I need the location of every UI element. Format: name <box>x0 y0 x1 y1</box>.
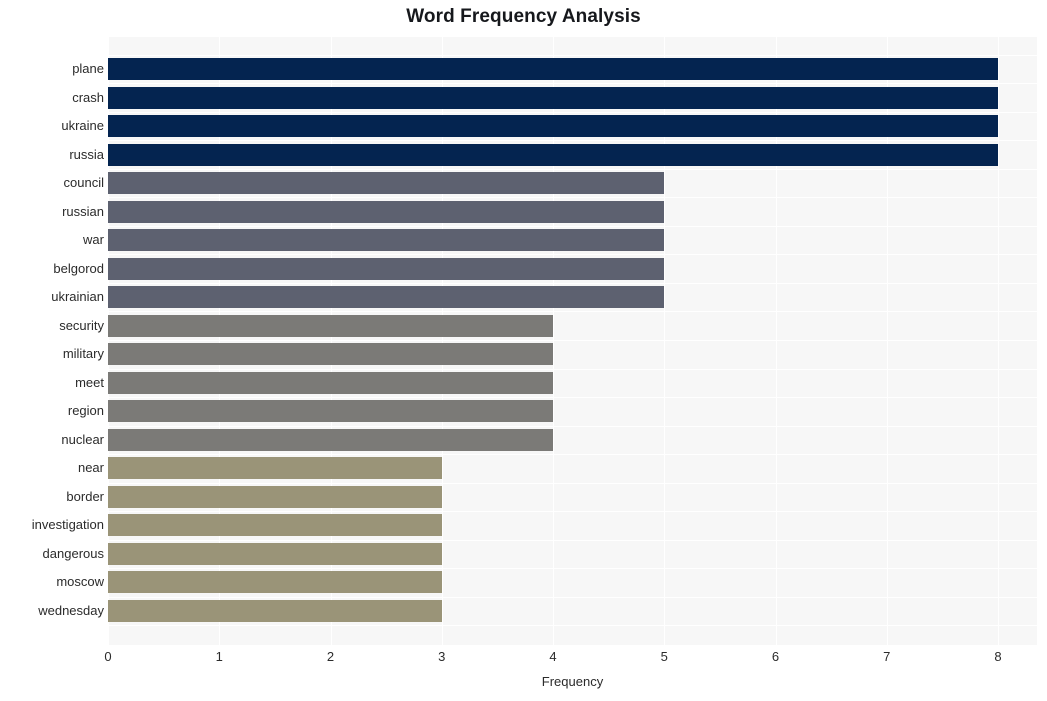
y-tick-label-ukrainian: ukrainian <box>51 289 104 305</box>
y-axis-tick-labels: plane crash ukraine russia council russian war… <box>0 37 104 645</box>
chart-title: Word Frequency Analysis <box>406 6 641 27</box>
bar-near <box>108 457 442 480</box>
y-tick-label-moscow: moscow <box>56 574 104 590</box>
horizontal-gridline <box>108 483 1037 484</box>
x-tick-label-2: 2 <box>326 649 335 664</box>
x-axis-label: Frequency <box>541 674 604 689</box>
y-tick-label-investigation: investigation <box>31 517 104 533</box>
bar-council <box>108 172 665 195</box>
vertical-gridline <box>998 37 1000 645</box>
horizontal-gridline <box>108 511 1037 512</box>
y-tick-label-ukraine: ukraine <box>61 118 104 134</box>
x-tick-label-3: 3 <box>438 649 446 664</box>
horizontal-gridline <box>108 540 1037 541</box>
horizontal-gridline <box>108 140 1037 141</box>
bar-war <box>108 229 665 252</box>
bar-nuclear <box>108 428 554 451</box>
bar-region <box>108 400 554 423</box>
y-tick-label-crash: crash <box>72 89 104 105</box>
horizontal-gridline <box>108 254 1037 255</box>
bar-moscow <box>108 571 442 594</box>
bar-ukrainian <box>108 286 665 309</box>
horizontal-gridline <box>108 369 1037 370</box>
y-tick-label-plane: plane <box>72 61 104 77</box>
y-tick-label-security: security <box>59 317 104 333</box>
y-tick-label-near: near <box>77 460 104 476</box>
x-tick-label-0: 0 <box>104 649 112 664</box>
x-tick-label-4: 4 <box>549 649 557 664</box>
horizontal-gridline <box>108 340 1037 341</box>
bar-crash <box>108 86 999 109</box>
y-tick-label-border: border <box>66 488 104 504</box>
bar-meet <box>108 371 554 394</box>
horizontal-gridline <box>108 426 1037 427</box>
y-tick-label-council: council <box>63 175 104 191</box>
x-axis-tick-labels: 0 1 2 3 4 5 6 7 8 <box>104 649 1037 669</box>
y-tick-label-belgorod: belgorod <box>53 260 104 276</box>
horizontal-gridline <box>108 625 1037 626</box>
y-tick-label-russia: russia <box>69 146 104 162</box>
y-tick-label-military: military <box>62 346 104 362</box>
y-tick-label-dangerous: dangerous <box>42 545 104 561</box>
y-tick-label-region: region <box>67 403 104 419</box>
horizontal-gridline <box>108 226 1037 227</box>
y-tick-label-wednesday: wednesday <box>38 602 104 618</box>
bar-dangerous <box>108 542 442 565</box>
bar-military <box>108 343 554 366</box>
x-tick-label-5: 5 <box>660 649 668 664</box>
bar-russia <box>108 143 999 166</box>
horizontal-gridline <box>108 454 1037 455</box>
bar-wednesday <box>108 599 442 622</box>
bar-belgorod <box>108 257 665 280</box>
horizontal-gridline <box>108 597 1037 598</box>
bar-investigation <box>108 514 442 537</box>
horizontal-gridline <box>108 83 1037 84</box>
plot-area <box>108 37 1037 645</box>
x-tick-label-6: 6 <box>771 649 780 664</box>
x-tick-label-8: 8 <box>994 649 1002 664</box>
horizontal-gridline <box>108 112 1037 113</box>
horizontal-gridline <box>108 311 1037 312</box>
x-tick-label-1: 1 <box>215 649 223 664</box>
horizontal-gridline <box>108 283 1037 284</box>
y-tick-label-meet: meet <box>75 374 104 390</box>
word-frequency-chart-figure: Word Frequency Analysis plane crash ukrain… <box>0 0 1047 701</box>
bar-security <box>108 314 554 337</box>
bar-ukraine <box>108 115 999 138</box>
y-tick-label-russian: russian <box>62 203 104 219</box>
bar-border <box>108 485 442 508</box>
horizontal-gridline <box>108 169 1037 170</box>
y-tick-label-nuclear: nuclear <box>61 431 104 447</box>
x-tick-label-7: 7 <box>883 649 891 664</box>
y-tick-label-war: war <box>83 232 104 248</box>
horizontal-gridline <box>108 197 1037 198</box>
bar-russian <box>108 200 665 223</box>
horizontal-gridline <box>108 568 1037 569</box>
bar-plane <box>108 58 999 81</box>
horizontal-gridline <box>108 55 1037 56</box>
horizontal-gridline <box>108 397 1037 398</box>
